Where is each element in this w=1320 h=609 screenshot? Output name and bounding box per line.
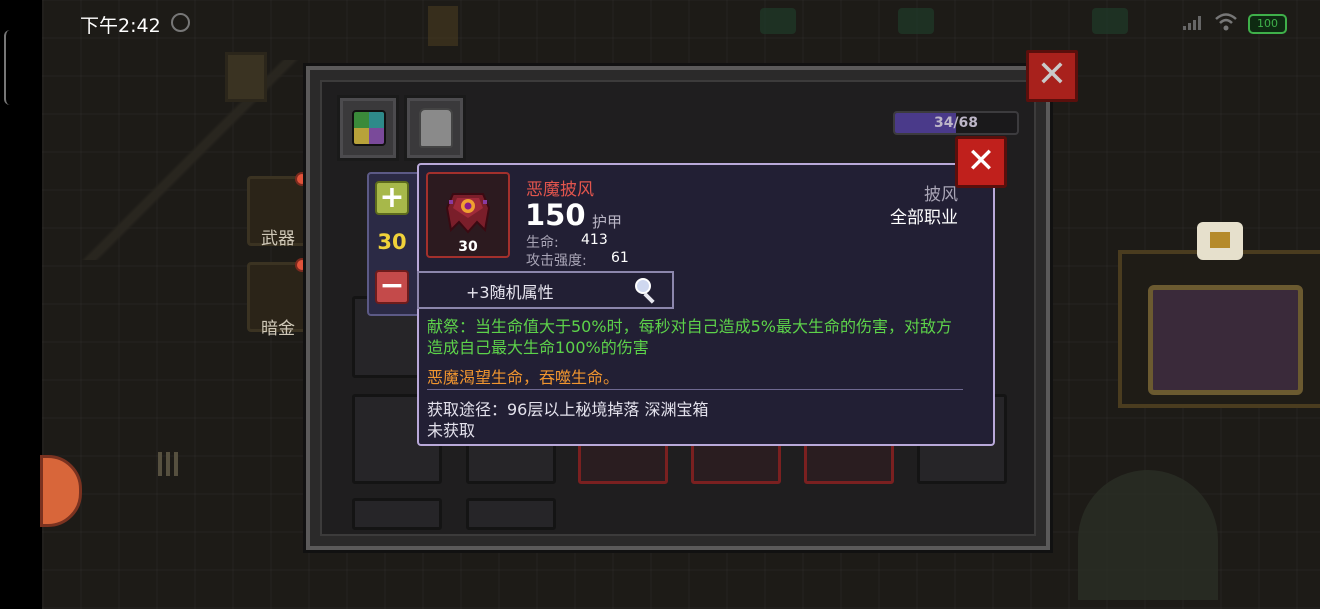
stat-value: 413 (581, 232, 608, 248)
background-pause-glyph (158, 452, 180, 476)
magnifier-icon[interactable] (633, 276, 663, 306)
inventory-slot[interactable] (352, 498, 442, 530)
stat-value: 61 (611, 250, 629, 266)
background-tree (1078, 470, 1218, 600)
close-popup-button[interactable]: ✕ (955, 136, 1007, 188)
increase-level-button[interactable]: + (375, 180, 409, 215)
stat-label: 生命: (526, 235, 559, 251)
status-time: 下午2:42 (80, 15, 161, 37)
minus-icon: − (379, 268, 405, 303)
item-flavor-text: 恶魔渴望生命，吞噬生命。 (427, 368, 620, 387)
random-attributes-text: +3随机属性 (466, 283, 554, 302)
item-slot-type: 披风 (924, 185, 958, 205)
close-inventory-button[interactable]: ✕ (1026, 50, 1078, 102)
close-icon: ✕ (1036, 54, 1068, 95)
capacity-text: 34/68 (933, 115, 979, 131)
dark-gold-label: 暗金 (261, 319, 295, 339)
background-bush (1092, 8, 1128, 34)
item-level: 30 (458, 239, 478, 255)
equipment-grid-icon (352, 110, 386, 146)
capacity-bar: 34/68 (893, 111, 1019, 135)
beast-icon (419, 108, 453, 148)
armor-value: 150 (525, 198, 586, 232)
class-requirement: 全部职业 (890, 208, 958, 228)
item-name: 恶魔披风 (526, 180, 594, 200)
decrease-level-button[interactable]: − (375, 268, 409, 304)
plus-icon: + (379, 180, 405, 215)
tab-equipment[interactable] (337, 95, 399, 161)
chest-speech-bubble (1197, 222, 1243, 260)
chest-mini-icon (1210, 232, 1230, 248)
treasure-chest[interactable] (1148, 285, 1303, 395)
edge-handle (4, 30, 12, 105)
stat-label: 攻击强度: (526, 253, 587, 269)
wifi-icon (1215, 13, 1237, 31)
signal-icon (1183, 16, 1201, 30)
background-bush (898, 8, 934, 34)
close-icon: ✕ (966, 141, 996, 181)
popup-divider (427, 389, 963, 390)
battery-icon: 100 (1248, 14, 1287, 34)
item-obtain-status: 未获取 (427, 421, 476, 440)
background-window (225, 52, 267, 102)
screen-edge (0, 0, 42, 609)
cloak-icon (445, 193, 491, 234)
alarm-icon (171, 13, 190, 32)
armor-label: 护甲 (592, 213, 623, 231)
background-lamp (428, 6, 458, 46)
weapons-label: 武器 (261, 229, 295, 249)
inventory-slot[interactable] (466, 498, 556, 530)
item-effect-text: 献祭：当生命值大于50%时，每秒对自己造成5%最大生命的伤害，对敌方造成自己最大… (427, 317, 952, 357)
background-bush (760, 8, 796, 34)
stepper-value: 30 (377, 230, 407, 254)
tab-materials[interactable] (404, 95, 466, 161)
